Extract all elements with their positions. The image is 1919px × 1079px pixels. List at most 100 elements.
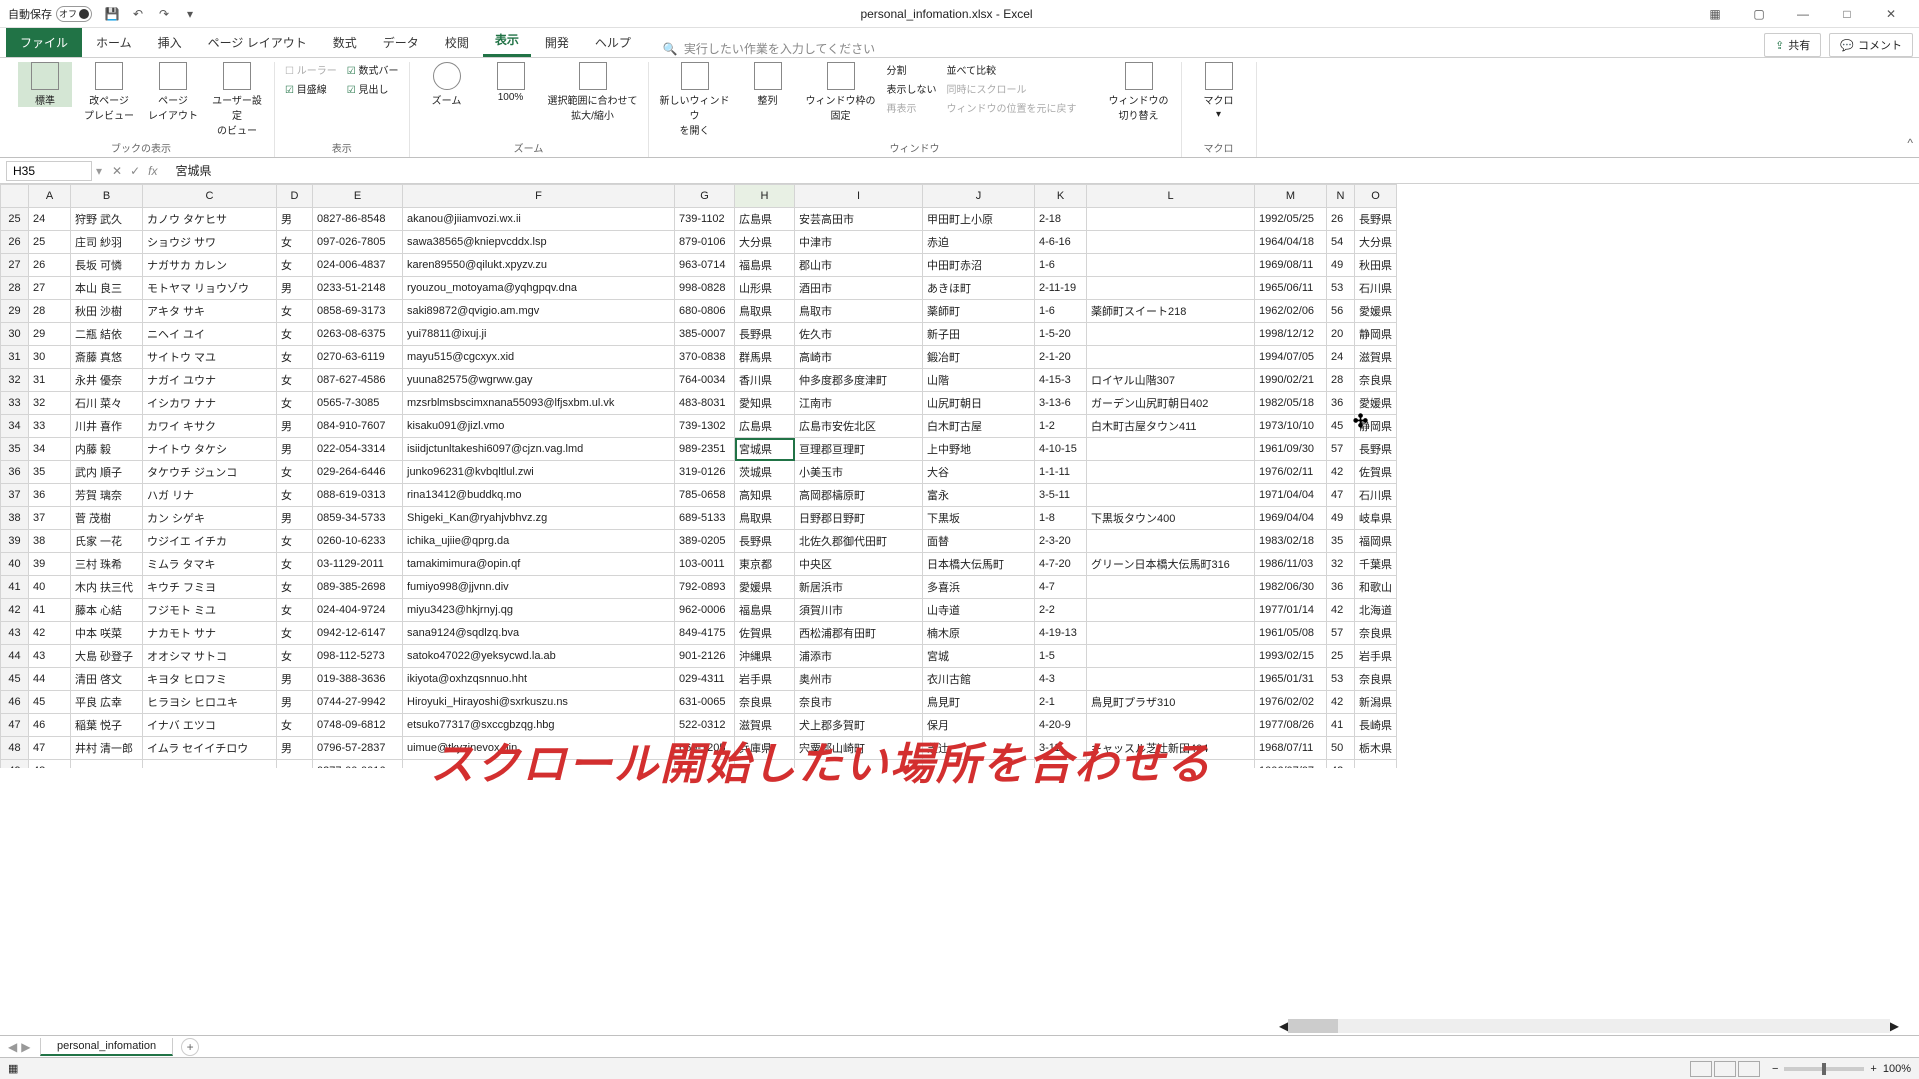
cell[interactable]: 女 [277, 231, 313, 254]
cell[interactable]: 1-5 [1035, 645, 1087, 668]
qat-dropdown-icon[interactable]: ▾ [182, 6, 198, 22]
cell[interactable]: モトヤマ リョウゾウ [143, 277, 277, 300]
cell[interactable]: ナイトウ タケシ [143, 438, 277, 461]
row-header[interactable]: 37 [1, 484, 29, 507]
cell[interactable]: 鳥見町 [923, 691, 1035, 714]
cell[interactable]: 石川 菜々 [71, 392, 143, 415]
col-header[interactable]: A [29, 185, 71, 208]
view-normal-button[interactable]: 標準 [18, 62, 72, 107]
cell[interactable]: 石川県 [1355, 484, 1397, 507]
cell[interactable]: ハガ リナ [143, 484, 277, 507]
cell[interactable]: 女 [277, 553, 313, 576]
cell[interactable]: 689-5133 [675, 507, 735, 530]
cell[interactable]: 42 [1327, 461, 1355, 484]
cell[interactable]: miyu3423@hkjrnyj.qg [403, 599, 675, 622]
cell[interactable]: 3-11 [1035, 737, 1087, 760]
cell[interactable]: 27 [29, 277, 71, 300]
cell[interactable]: 女 [277, 300, 313, 323]
cell[interactable] [71, 760, 143, 769]
cell[interactable]: 1976/02/02 [1255, 691, 1327, 714]
cell[interactable]: 茨城県 [735, 461, 795, 484]
cell[interactable]: 022-054-3314 [313, 438, 403, 461]
cell[interactable]: フジモト ミユ [143, 599, 277, 622]
cell[interactable]: 319-0126 [675, 461, 735, 484]
cell[interactable] [1087, 714, 1255, 737]
cell[interactable]: 高知県 [735, 484, 795, 507]
cell[interactable]: 菅 茂樹 [71, 507, 143, 530]
cell[interactable]: 鍛冶町 [923, 346, 1035, 369]
cell[interactable]: ナカモト サナ [143, 622, 277, 645]
cell[interactable]: 女 [277, 323, 313, 346]
add-sheet-button[interactable]: + [181, 1038, 199, 1056]
cell[interactable]: 平良 広幸 [71, 691, 143, 714]
cell[interactable]: 50 [1327, 737, 1355, 760]
cell[interactable]: 669-1205 [675, 737, 735, 760]
cell[interactable]: 42 [1327, 599, 1355, 622]
cell[interactable]: rina13412@buddkq.mo [403, 484, 675, 507]
cell[interactable]: 385-0007 [675, 323, 735, 346]
col-header[interactable]: G [675, 185, 735, 208]
collapse-ribbon-icon[interactable]: ^ [1907, 136, 1913, 150]
cell[interactable]: 長野県 [1355, 208, 1397, 231]
cell[interactable]: 25 [29, 231, 71, 254]
cell[interactable]: 1-2 [1035, 415, 1087, 438]
cell[interactable]: 木内 扶三代 [71, 576, 143, 599]
cell[interactable]: 389-0205 [675, 530, 735, 553]
cell[interactable] [1087, 323, 1255, 346]
unhide-button[interactable]: 再表示 [887, 100, 937, 115]
cell[interactable]: あきほ町 [923, 277, 1035, 300]
cell[interactable]: 47 [1327, 484, 1355, 507]
comment-button[interactable]: 💬コメント [1829, 33, 1913, 57]
cell[interactable]: 41 [29, 599, 71, 622]
cell[interactable]: 1983/02/18 [1255, 530, 1327, 553]
cell[interactable]: 福島県 [735, 599, 795, 622]
cell[interactable]: 面替 [923, 530, 1035, 553]
view-page-break-button[interactable]: 改ページ プレビュー [82, 62, 136, 122]
cell[interactable]: mzsrblmsbscimxnana55093@lfjsxbm.ul.vk [403, 392, 675, 415]
cell[interactable]: 薬師町スイート218 [1087, 300, 1255, 323]
cell[interactable]: 須賀川市 [795, 599, 923, 622]
cell[interactable]: 0263-08-6375 [313, 323, 403, 346]
cell[interactable]: 広島市安佐北区 [795, 415, 923, 438]
cell[interactable]: 39 [29, 553, 71, 576]
cell[interactable]: 岐阜県 [1355, 507, 1397, 530]
cell[interactable]: 1982/06/30 [1255, 576, 1327, 599]
row-header[interactable]: 48 [1, 737, 29, 760]
cell[interactable]: 764-0034 [675, 369, 735, 392]
cell[interactable]: 鳥見町プラザ310 [1087, 691, 1255, 714]
cell[interactable]: 2-11-19 [1035, 277, 1087, 300]
col-header[interactable]: M [1255, 185, 1327, 208]
cell[interactable]: 鳥取市 [795, 300, 923, 323]
cell[interactable]: 本山 良三 [71, 277, 143, 300]
chk-ruler[interactable]: ルーラー [285, 62, 337, 77]
tab-home[interactable]: ホーム [84, 28, 144, 57]
cell[interactable]: 多喜浜 [923, 576, 1035, 599]
cell[interactable]: uimue@tkyzinevox.gjn [403, 737, 675, 760]
cell[interactable]: 長野県 [735, 530, 795, 553]
cell[interactable]: 40 [29, 576, 71, 599]
cell[interactable]: 45 [1327, 415, 1355, 438]
cell[interactable]: 女 [277, 645, 313, 668]
cell[interactable]: 2-1-20 [1035, 346, 1087, 369]
row-header[interactable]: 38 [1, 507, 29, 530]
tab-insert[interactable]: 挿入 [146, 28, 194, 57]
cell[interactable] [1087, 530, 1255, 553]
cell[interactable]: 4-19-13 [1035, 622, 1087, 645]
cell[interactable]: ミムラ タマキ [143, 553, 277, 576]
cell[interactable]: 3-5-11 [1035, 484, 1087, 507]
cell[interactable]: 浦添市 [795, 645, 923, 668]
cell[interactable]: 滋賀県 [1355, 346, 1397, 369]
cell[interactable] [1355, 760, 1397, 769]
cell[interactable] [143, 760, 277, 769]
cell[interactable]: akanou@jiiamvozi.wx.ii [403, 208, 675, 231]
tab-page-layout[interactable]: ページ レイアウト [196, 28, 319, 57]
cell[interactable]: 029-4311 [675, 668, 735, 691]
cell[interactable]: 川井 喜作 [71, 415, 143, 438]
cell[interactable]: 甲田町上小原 [923, 208, 1035, 231]
col-header[interactable]: B [71, 185, 143, 208]
tab-data[interactable]: データ [371, 28, 431, 57]
arrange-button[interactable]: 整列 [741, 62, 795, 107]
cell[interactable]: 滋賀県 [735, 714, 795, 737]
cell[interactable]: 46 [29, 714, 71, 737]
cell[interactable]: 郡山市 [795, 254, 923, 277]
